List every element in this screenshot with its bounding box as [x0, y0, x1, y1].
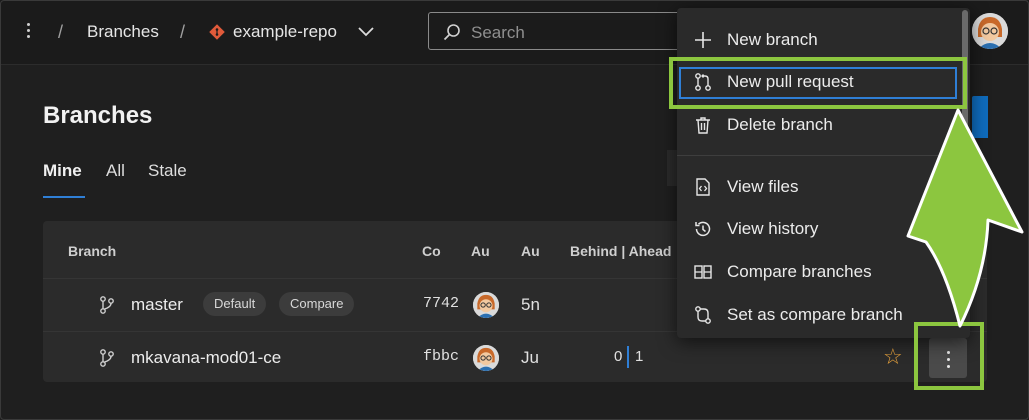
git-repo-icon	[209, 24, 225, 40]
menu-item-label: View files	[727, 177, 799, 196]
active-tab-indicator	[43, 196, 85, 198]
tab-stale[interactable]: Stale	[148, 161, 187, 181]
header-behind-ahead[interactable]: Behind | Ahead	[570, 243, 671, 259]
branch-name-link[interactable]: master	[131, 295, 183, 315]
header-author[interactable]: Au	[471, 243, 490, 259]
menu-item-label: New branch	[727, 30, 818, 49]
commit-id-link[interactable]: fbbc	[423, 348, 459, 365]
commit-id-link[interactable]: 7742	[423, 295, 459, 312]
authored-date: Ju	[521, 348, 539, 367]
callout-arrow-icon	[906, 108, 1024, 328]
author-avatar	[473, 292, 499, 318]
highlight-more-actions	[914, 322, 984, 390]
focus-outline	[679, 67, 957, 99]
code-file-icon	[696, 178, 710, 196]
behind-ahead-divider	[627, 346, 629, 368]
tab-all[interactable]: All	[106, 161, 125, 181]
history-icon	[695, 221, 711, 237]
compare-badge: Compare	[279, 292, 355, 316]
more-options-icon[interactable]	[18, 20, 38, 46]
tab-mine[interactable]: Mine	[43, 161, 82, 181]
branch-icon	[100, 349, 114, 367]
page-title: Branches	[43, 102, 153, 129]
header-commit[interactable]: Co	[422, 243, 441, 259]
authored-date: 5n	[521, 295, 540, 314]
highlight-new-pull-request	[669, 57, 967, 109]
branch-name-link[interactable]: mkavana-mod01-ce	[131, 348, 281, 368]
author-avatar	[473, 345, 499, 371]
user-avatar[interactable]	[972, 13, 1008, 49]
menu-item-new-branch[interactable]: New branch	[677, 19, 970, 61]
behind-count: 0	[614, 348, 623, 365]
menu-item-label: Compare branches	[727, 262, 872, 281]
menu-item-label: View history	[727, 219, 819, 238]
breadcrumb-separator: /	[180, 22, 186, 42]
menu-item-label: Set as compare branch	[727, 305, 903, 324]
search-icon	[443, 24, 460, 41]
header-branch[interactable]: Branch	[68, 243, 116, 259]
breadcrumb-branches[interactable]: Branches	[87, 22, 159, 42]
default-badge: Default	[203, 292, 267, 316]
compare-icon	[694, 265, 712, 279]
favorite-star-icon[interactable]: ☆	[883, 344, 903, 370]
table-row[interactable]: mkavana-mod01-ce fbbc Ju 0 1 ☆	[43, 331, 987, 384]
trash-icon	[696, 117, 710, 134]
plus-icon	[695, 32, 711, 48]
set-compare-icon	[695, 306, 711, 324]
branch-icon	[100, 296, 114, 314]
search-placeholder: Search	[471, 23, 525, 42]
breadcrumb-separator: /	[58, 22, 64, 42]
ahead-count: 1	[635, 348, 644, 365]
chevron-down-icon[interactable]	[357, 26, 375, 38]
search-box[interactable]: Search	[428, 12, 690, 50]
header-authored-date[interactable]: Au	[521, 243, 540, 259]
menu-item-label: Delete branch	[727, 115, 833, 134]
repo-selector[interactable]: example-repo	[233, 22, 337, 42]
